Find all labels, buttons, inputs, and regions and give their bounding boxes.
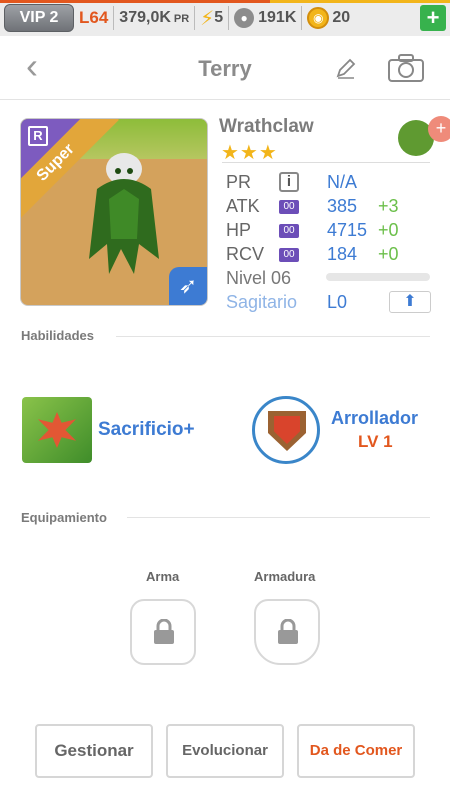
- stat-label-atk: ATK: [226, 196, 260, 216]
- power-rating-unit: PR: [173, 13, 190, 25]
- status-bar: VIP 2 L64 379,0K PR ⚡ 5 ● 191K ◉ 20 +: [0, 0, 450, 36]
- page-title: Terry: [198, 56, 252, 81]
- energy-icon: ⚡: [200, 7, 215, 30]
- paw-count: 191K: [258, 9, 297, 26]
- stat-label-rcv: RCV: [226, 244, 265, 264]
- paw-icon: ●: [234, 8, 255, 28]
- header: ‹ Terry: [0, 36, 450, 100]
- power-rating: 379,0K PR: [119, 9, 189, 27]
- stat-value-rcv: 184: [327, 244, 358, 264]
- stat-label-hp: HP: [226, 220, 252, 240]
- element-badge-icon: +: [428, 116, 450, 142]
- monster-card[interactable]: Super R ➶: [20, 118, 208, 306]
- passive-skill-level: LV 1: [358, 432, 393, 451]
- armor-label: Armadura: [254, 569, 316, 584]
- skills-section-title: Habilidades: [21, 328, 94, 343]
- armor-slot[interactable]: [254, 599, 320, 665]
- coin-count: 20: [332, 9, 351, 26]
- divider: [222, 162, 430, 163]
- feed-button[interactable]: Da de Comer: [297, 724, 415, 778]
- monster-name: Wrathclaw: [219, 116, 314, 137]
- divider: [127, 517, 430, 518]
- info-icon[interactable]: i: [279, 172, 299, 192]
- zodiac-level: L0: [327, 292, 348, 312]
- coin-icon: ◉: [307, 7, 330, 29]
- energy-count: 5: [214, 9, 224, 26]
- vip-badge[interactable]: VIP 2: [4, 4, 74, 32]
- status-accent-line: [0, 0, 450, 3]
- weapon-label: Arma: [146, 569, 180, 584]
- zodiac-label: Sagitario: [226, 292, 298, 312]
- passive-skill-name[interactable]: Arrollador: [331, 408, 418, 429]
- camera-icon[interactable]: [388, 54, 424, 82]
- lock-icon: [278, 619, 298, 644]
- divider: [194, 6, 196, 30]
- evolve-button[interactable]: Evolucionar: [166, 724, 284, 778]
- stat-value-hp: 4715: [327, 220, 368, 240]
- experience-bar: [326, 273, 430, 281]
- stat-badge-atk: 00: [279, 200, 299, 214]
- stat-bonus-hp: +0: [378, 220, 399, 240]
- monster-detail-screen: VIP 2 L64 379,0K PR ⚡ 5 ● 191K ◉ 20 + ‹ T…: [0, 0, 450, 800]
- stat-value-pr: N/A: [327, 172, 358, 192]
- player-level: L64: [79, 8, 109, 27]
- stat-value-atk: 385: [327, 196, 358, 216]
- divider: [116, 336, 430, 337]
- pencil-icon[interactable]: [334, 56, 358, 80]
- shield-skill-icon[interactable]: [252, 396, 320, 464]
- add-coins-button[interactable]: +: [420, 5, 446, 31]
- stat-bonus-rcv: +0: [378, 244, 399, 264]
- weapon-slot[interactable]: [130, 599, 196, 665]
- upgrade-arrow-button[interactable]: ⬆: [389, 291, 431, 313]
- active-skill-name[interactable]: Sacrificio+: [98, 419, 195, 441]
- stat-label-pr: PR: [226, 172, 252, 192]
- rarity-badge: R: [28, 126, 48, 146]
- stat-badge-hp: 00: [279, 224, 299, 238]
- monster-portrait: [89, 153, 159, 274]
- divider: [228, 6, 230, 30]
- manage-button[interactable]: Gestionar: [35, 724, 153, 778]
- power-rating-value: 379,0K: [119, 9, 171, 26]
- burst-icon: [38, 412, 76, 448]
- divider: [301, 6, 303, 30]
- stat-badge-rcv: 00: [279, 248, 299, 262]
- sagittarius-icon: ➶: [169, 267, 207, 305]
- level-label: Nivel 06: [226, 268, 292, 288]
- sacrifice-skill-icon[interactable]: [22, 397, 92, 463]
- stat-bonus-atk: +3: [378, 196, 399, 216]
- divider: [113, 6, 115, 30]
- lock-icon: [154, 619, 174, 644]
- equipment-section-title: Equipamiento: [21, 510, 107, 525]
